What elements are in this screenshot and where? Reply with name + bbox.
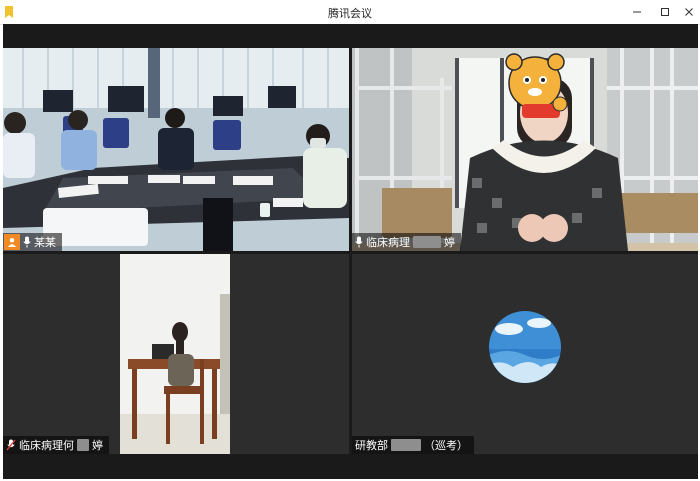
participant-name-suffix: 婷 (92, 439, 103, 452)
participant-tile-2[interactable]: 临床病理 婷 (352, 48, 698, 251)
participant-name: 某某 (34, 236, 56, 249)
participant-name-prefix: 临床病理何 (19, 439, 74, 452)
masked-name-box (77, 439, 89, 451)
video-grid: 某某 临床病理 婷 临床病理何 婷 研教部 （巡考） (3, 24, 698, 479)
minimize-icon (633, 11, 641, 13)
participant-name-suffix: 婷 (444, 236, 455, 249)
close-icon (685, 8, 693, 16)
mic-on-icon (23, 236, 31, 248)
participant-name-prefix: 临床病理 (366, 236, 410, 249)
masked-name-box (413, 236, 441, 248)
host-badge-icon (4, 234, 20, 250)
participant-name-tag: 研教部 （巡考） (352, 436, 474, 454)
participant-tile-1[interactable]: 某某 (3, 48, 349, 251)
participant-name-prefix: 研教部 (355, 439, 388, 452)
participant-name-tag: 某某 (3, 233, 62, 251)
participant-tile-4[interactable]: 研教部 （巡考） (352, 254, 698, 454)
participant-name-tag: 临床病理何 婷 (3, 436, 109, 454)
desk-student-video (120, 254, 230, 454)
minimize-button[interactable] (626, 2, 648, 22)
title-bar: 腾讯会议 (0, 0, 700, 25)
meeting-room-video (3, 48, 349, 251)
close-button[interactable] (678, 2, 700, 22)
participant-tile-3[interactable]: 临床病理何 婷 (3, 254, 349, 454)
dorm-student-video (352, 48, 698, 251)
mic-off-icon (6, 439, 16, 451)
sea-sky-avatar (489, 311, 561, 383)
participant-name-tag: 临床病理 婷 (352, 233, 461, 251)
window-title: 腾讯会议 (328, 7, 372, 20)
maximize-icon (661, 8, 669, 16)
mic-on-icon (355, 236, 363, 248)
maximize-button[interactable] (654, 2, 676, 22)
masked-name-box (391, 439, 421, 451)
participant-name-suffix: （巡考） (424, 439, 468, 452)
